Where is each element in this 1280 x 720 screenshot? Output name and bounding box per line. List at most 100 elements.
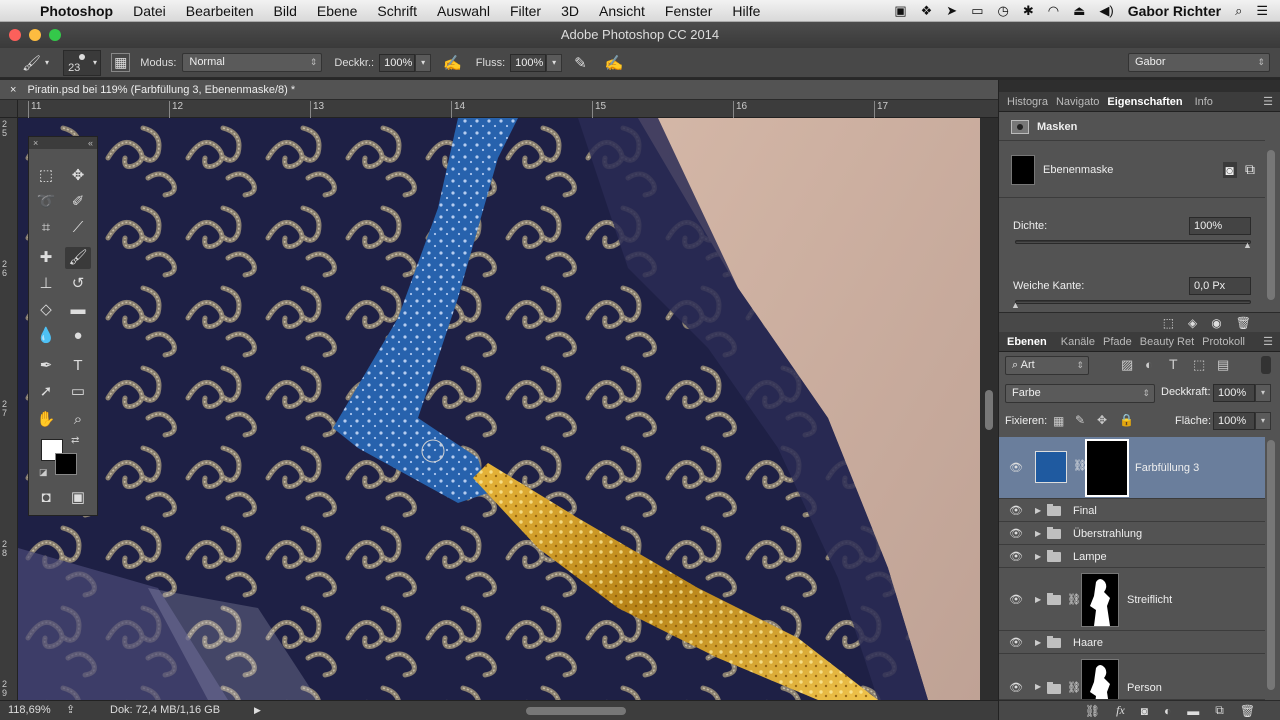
eye-icon[interactable]: 👁 (1009, 504, 1023, 517)
filter-adjustment-icon[interactable]: ◐ (1145, 357, 1153, 372)
menu-schrift[interactable]: Schrift (367, 3, 427, 19)
add-vector-mask-icon[interactable]: ⧉ (1245, 161, 1255, 178)
rectangle-tool-icon[interactable]: ▭ (65, 381, 91, 403)
notification-icon[interactable]: ☰ (1256, 3, 1268, 19)
group-mask-thumbnail[interactable] (1081, 659, 1119, 699)
layer-mask-thumbnail[interactable] (1085, 439, 1129, 497)
filter-smart-object-icon[interactable]: ▤ (1217, 357, 1229, 373)
layer-row-farbfuellung-3[interactable]: 👁 ⛓ Farbfüllung 3 (999, 437, 1265, 499)
menu-bild[interactable]: Bild (264, 3, 307, 19)
layer-style-icon[interactable]: fx (1116, 703, 1125, 718)
tab-eigenschaften[interactable]: Eigenschaften (1103, 96, 1186, 108)
status-menu-icon[interactable]: ▶ (254, 701, 261, 720)
brush-tool-icon-active[interactable]: 🖌 (65, 247, 91, 269)
time-machine-icon[interactable]: ◷ (997, 3, 1008, 19)
brush-panel-icon[interactable]: ▦ (111, 53, 131, 72)
horizontal-scrollbar[interactable] (270, 705, 970, 717)
spotlight-icon[interactable]: ⌕ (1235, 3, 1242, 19)
eye-icon[interactable]: 👁 (1009, 461, 1023, 474)
layer-name[interactable]: Person (1127, 682, 1162, 694)
quick-mask-icon[interactable]: ◘ (33, 487, 59, 509)
expand-arrow-icon[interactable]: ▶ (1035, 682, 1041, 691)
dropbox-icon[interactable]: ❖ (921, 3, 933, 19)
move-tool-icon[interactable]: ✥ (65, 165, 91, 187)
lock-all-icon[interactable]: 🔒 (1119, 413, 1134, 427)
filter-toggle[interactable] (1261, 356, 1271, 374)
dichte-input[interactable]: 100% (1189, 217, 1251, 235)
tab-navigator[interactable]: Navigato (1052, 96, 1103, 108)
new-adjustment-layer-icon[interactable]: ◐ (1164, 704, 1171, 718)
toggle-mask-visibility-icon[interactable]: ◉ (1211, 316, 1221, 330)
pen-tool-icon[interactable]: ✒ (33, 355, 59, 377)
gradient-tool-icon[interactable]: ▬ (65, 299, 91, 321)
select-pixel-mask-icon[interactable]: ◙ (1222, 161, 1237, 178)
panel-menu-icon[interactable]: ☰ (1259, 95, 1277, 108)
airplay-icon[interactable]: ▭ (971, 3, 983, 19)
load-selection-icon[interactable]: ⬚ (1163, 316, 1174, 330)
lock-transparent-icon[interactable]: ▦ (1053, 414, 1064, 428)
path-selection-tool-icon[interactable]: ➚ (33, 381, 59, 403)
swap-colors-icon[interactable]: ⇄ (71, 435, 79, 446)
weiche-kante-slider[interactable] (1015, 300, 1251, 304)
blur-tool-icon[interactable]: 💧 (33, 325, 59, 347)
tab-protokoll[interactable]: Protokoll (1198, 336, 1249, 348)
zoom-tool-icon[interactable]: ⌕ (65, 409, 91, 431)
layer-row-ueberstrahlung[interactable]: 👁 ▶ Überstrahlung (999, 523, 1265, 545)
lock-pixels-icon[interactable]: ✎ (1075, 413, 1085, 427)
collapse-panel-icon[interactable]: « (88, 137, 93, 149)
eye-icon[interactable]: 👁 (1009, 593, 1023, 606)
menu-3d[interactable]: 3D (551, 3, 589, 19)
fluss-input[interactable]: 100% (510, 53, 547, 72)
vertical-ruler[interactable]: 2 5 2 6 2 7 2 8 2 9 (0, 100, 18, 700)
menu-filter[interactable]: Filter (500, 3, 551, 19)
close-tab-icon[interactable]: × (10, 84, 16, 96)
layer-row-person[interactable]: 👁 ▶ ⛓ Person (999, 655, 1265, 700)
layer-name[interactable]: Lampe (1073, 551, 1107, 563)
layer-row-streiflicht[interactable]: 👁 ▶ ⛓ Streiflicht (999, 569, 1265, 631)
modus-select[interactable]: Normal (182, 53, 323, 72)
filter-shape-icon[interactable]: ⬚ (1193, 357, 1205, 373)
crop-tool-icon[interactable]: ⌗ (33, 217, 59, 239)
eraser-tool-icon[interactable]: ◇ (33, 299, 59, 321)
horizontal-ruler[interactable]: 11 12 13 14 15 16 17 (18, 100, 998, 118)
link-icon[interactable]: ⛓ (1067, 681, 1081, 694)
share-icon[interactable]: ⇪ (66, 701, 75, 720)
menu-datei[interactable]: Datei (123, 3, 176, 19)
menu-app[interactable]: Photoshop (30, 3, 123, 19)
layer-row-final[interactable]: 👁 ▶ Final (999, 500, 1265, 522)
background-color-swatch[interactable] (55, 453, 77, 475)
lock-position-icon[interactable]: ✥ (1097, 413, 1107, 427)
volume-icon[interactable]: ◀) (1099, 3, 1113, 19)
deckkr-dropdown-button[interactable]: ▾ (415, 53, 432, 72)
wifi-icon[interactable]: ◠ (1048, 3, 1059, 19)
close-panel-icon[interactable]: × (33, 137, 38, 149)
default-colors-icon[interactable]: ◪ (39, 467, 48, 478)
apply-mask-icon[interactable]: ◈ (1188, 316, 1197, 330)
brush-tool-icon[interactable]: 🖌 (22, 54, 41, 72)
layer-filter-select[interactable]: ⌕ Art (1005, 356, 1089, 375)
expand-arrow-icon[interactable]: ▶ (1035, 506, 1041, 515)
zoom-window-button[interactable] (49, 29, 61, 41)
minimize-window-button[interactable] (29, 29, 41, 41)
hand-tool-icon[interactable]: ✋ (33, 409, 59, 431)
dichte-slider[interactable] (1015, 240, 1251, 244)
layer-name[interactable]: Streiflicht (1127, 594, 1172, 606)
eye-icon[interactable]: 👁 (1009, 550, 1023, 563)
menu-bearbeiten[interactable]: Bearbeiten (176, 3, 264, 19)
tool-preset-dropdown-icon[interactable]: ▾ (45, 58, 49, 67)
bluetooth-icon[interactable]: ✱ (1023, 3, 1034, 19)
lasso-tool-icon[interactable]: ➰ (33, 191, 59, 213)
flaeche-dropdown-button[interactable]: ▾ (1255, 412, 1271, 430)
eyedropper-tool-icon[interactable]: ⟋ (65, 217, 91, 239)
clone-stamp-tool-icon[interactable]: ⊥ (33, 273, 59, 295)
layer-name[interactable]: Final (1073, 505, 1097, 517)
tab-ebenen[interactable]: Ebenen (1003, 336, 1051, 348)
airbrush-icon[interactable]: ✎ (574, 54, 587, 72)
layer-row-haare[interactable]: 👁 ▶ Haare (999, 632, 1265, 654)
flaeche-input[interactable]: 100% (1213, 412, 1255, 430)
menu-fenster[interactable]: Fenster (655, 3, 722, 19)
eye-icon[interactable]: 👁 (1009, 527, 1023, 540)
delete-mask-icon[interactable]: 🗑 (1236, 316, 1251, 330)
tab-histogram[interactable]: Histogra (1003, 96, 1052, 108)
add-mask-icon[interactable]: ◙ (1141, 704, 1148, 718)
